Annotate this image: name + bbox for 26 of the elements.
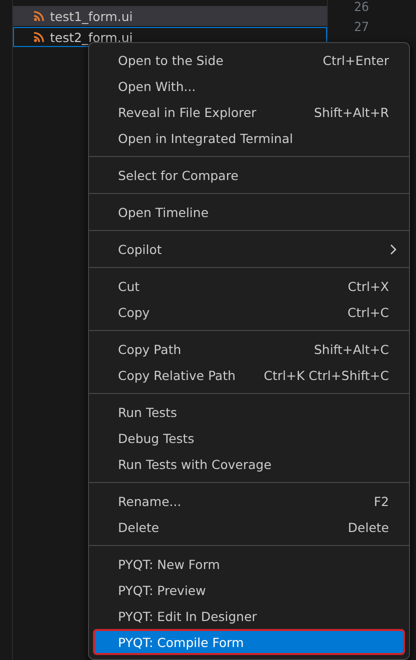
menu-item[interactable]: Cut Ctrl+X xyxy=(93,273,405,299)
menu-item[interactable]: PYQT: Compile Form xyxy=(93,629,405,655)
menu-item[interactable]: Debug Tests xyxy=(93,425,405,451)
menu-item[interactable]: Open With... xyxy=(93,73,405,99)
chevron-right-icon xyxy=(390,244,397,254)
menu-item[interactable]: PYQT: Preview xyxy=(93,577,405,603)
menu-item[interactable]: Rename... F2 xyxy=(93,488,405,514)
menu-item[interactable]: Run Tests xyxy=(93,399,405,425)
menu-item[interactable]: Run Tests with Coverage xyxy=(93,451,405,477)
rss-icon xyxy=(34,11,44,21)
menu-item[interactable]: Copilot xyxy=(93,236,405,262)
menu-item[interactable]: PYQT: Edit In Designer xyxy=(93,603,405,629)
menu-item[interactable]: Delete Delete xyxy=(93,514,405,540)
menu-item[interactable]: Open to the Side Ctrl+Enter xyxy=(93,47,405,73)
line-number: 27 xyxy=(354,20,369,36)
menu-item[interactable]: Open in Integrated Terminal xyxy=(93,125,405,151)
menu-item[interactable]: PYQT: New Form xyxy=(93,551,405,577)
menu-item[interactable]: Copy Ctrl+C xyxy=(93,299,405,325)
file-item[interactable]: test1_form.ui xyxy=(13,6,327,26)
line-number: 26 xyxy=(354,0,369,16)
menu-item[interactable]: Copy Relative Path Ctrl+K Ctrl+Shift+C xyxy=(93,362,405,388)
menu-item[interactable]: Open Timeline xyxy=(93,199,405,225)
menu-item[interactable]: Select for Compare xyxy=(93,162,405,188)
rss-icon xyxy=(34,32,44,42)
menu-item[interactable]: Copy Path Shift+Alt+C xyxy=(93,336,405,362)
menu-item[interactable]: Reveal in File Explorer Shift+Alt+R xyxy=(93,99,405,125)
